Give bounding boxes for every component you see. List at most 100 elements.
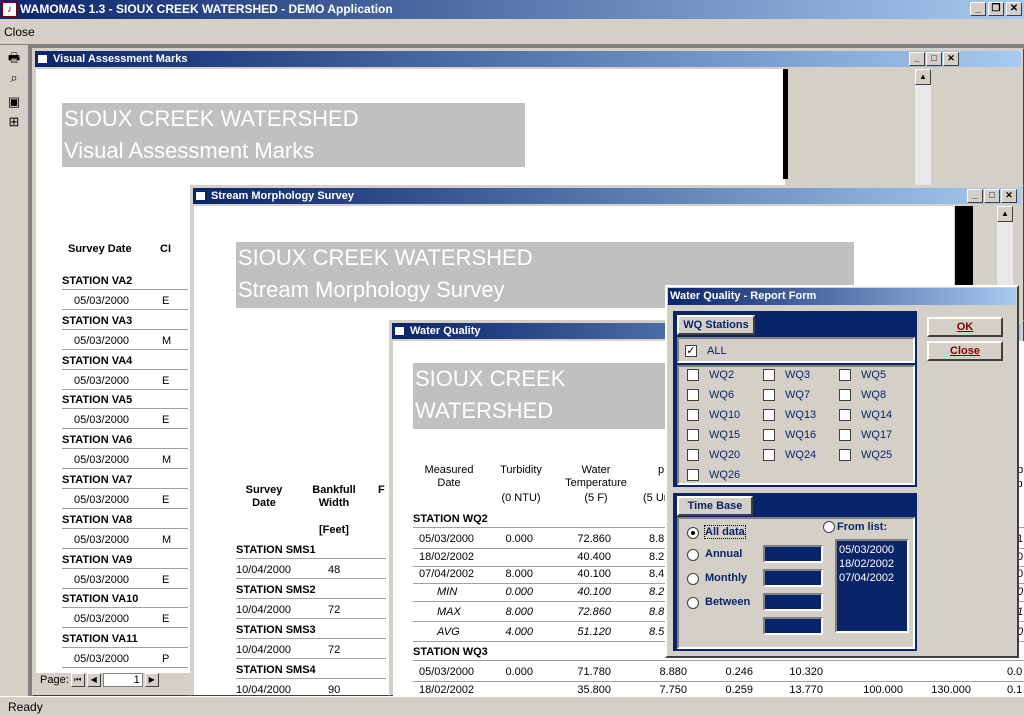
menu-close[interactable]: Close (4, 25, 35, 39)
station-checkbox-wq5[interactable] (839, 369, 851, 381)
radio-from-list[interactable] (823, 521, 835, 533)
station-checkbox-wq6[interactable] (687, 389, 699, 401)
window-title-bar[interactable]: Visual Assessment Marks _ □ ✕ (35, 51, 1021, 67)
station-label-wq3: WQ3 (785, 369, 811, 381)
page-number-input[interactable]: 1 (102, 673, 143, 687)
station-checkbox-wq10[interactable] (687, 409, 699, 421)
close-button[interactable]: ✕ (943, 52, 959, 66)
bankfull-width: 48 (328, 564, 341, 576)
ci-value: E (162, 573, 170, 586)
restore-button[interactable]: ❐ (988, 2, 1004, 16)
station-checkbox-wq13[interactable] (763, 409, 775, 421)
ph-stat: 8.2 (649, 586, 665, 598)
value-col-6: 10.320 (789, 666, 823, 678)
monthly-input[interactable] (763, 569, 823, 587)
ci-value: E (162, 374, 170, 387)
extra-value: 0.0 (1007, 666, 1023, 678)
station-label: STATION SMS3 (236, 624, 316, 636)
station-checkbox-wq17[interactable] (839, 429, 851, 441)
all-frame: ✓ ALL (677, 337, 915, 363)
annual-input[interactable] (763, 545, 823, 563)
date-list-item[interactable]: 05/03/2000 (837, 543, 907, 557)
station-checkbox-wq2[interactable] (687, 369, 699, 381)
ci-value: E (162, 295, 170, 307)
window-title-bar[interactable]: Stream Morphology Survey _ □ ✕ (193, 188, 1021, 204)
column-header-ci: CI (160, 243, 171, 255)
close-button[interactable]: ✕ (1006, 2, 1022, 16)
row-divider (62, 547, 188, 549)
row-divider (62, 667, 188, 669)
minimize-button[interactable]: _ (970, 2, 986, 16)
value-col-8: 130.000 (931, 684, 971, 696)
station-checkbox-wq15[interactable] (687, 429, 699, 441)
row-divider (62, 428, 188, 430)
survey-date: 05/03/2000 (74, 454, 130, 467)
value-col-5: 0.259 (725, 684, 753, 696)
survey-date: 05/03/2000 (74, 653, 130, 666)
stations-frame: WQ2 WQ3 WQ5 WQ6 WQ7 WQ8 WQ10 WQ13 WQ14 WQ15 WQ16 WQ… (677, 365, 915, 485)
station-checkbox-wq24[interactable] (763, 449, 775, 461)
one-page-icon[interactable]: ▣ (4, 93, 24, 111)
turbidity-stat: 4.000 (505, 626, 533, 638)
station-label-wq17: WQ17 (861, 429, 893, 441)
minimize-button[interactable]: _ (967, 189, 983, 203)
first-page-button[interactable]: ⏮ (70, 673, 85, 687)
app-title-bar[interactable]: ♪ WAMOMAS 1.3 - SIOUX CREEK WATERSHED - … (0, 0, 1024, 19)
row-divider (62, 328, 188, 330)
temperature-value: 71.780 (577, 666, 611, 678)
dialog-title-bar[interactable]: Water Quality - Report Form (668, 288, 1016, 305)
row-divider (236, 598, 386, 599)
prev-page-button[interactable]: ◀ (86, 673, 101, 687)
survey-date: 10/04/2000 (236, 644, 292, 656)
station-checkbox-wq26[interactable] (687, 469, 699, 481)
maximize-button[interactable]: □ (926, 52, 942, 66)
station-label-wq26: WQ26 (709, 469, 741, 481)
between-start-input[interactable] (763, 593, 823, 611)
turbidity-stat: 0.000 (505, 586, 533, 598)
multi-page-icon[interactable]: ⊞ (4, 113, 24, 131)
station-checkbox-wq8[interactable] (839, 389, 851, 401)
close-dialog-button[interactable]: Close (927, 341, 1003, 361)
ph-value: 7.750 (659, 684, 687, 696)
from-list-label: From list: (837, 521, 888, 533)
measured-date: 18/02/2002 (419, 550, 475, 563)
radio-all-data[interactable] (687, 527, 699, 539)
ok-button[interactable]: OK (927, 317, 1003, 337)
row-divider (236, 578, 386, 579)
date-list-item[interactable]: 07/04/2002 (837, 571, 907, 585)
radio-monthly[interactable] (687, 573, 699, 585)
close-button[interactable]: ✕ (1001, 189, 1017, 203)
survey-date: 05/03/2000 (74, 374, 130, 387)
station-checkbox-wq20[interactable] (687, 449, 699, 461)
station-checkbox-wq3[interactable] (763, 369, 775, 381)
bankfull-width: 90 (328, 684, 341, 695)
radio-annual[interactable] (687, 549, 699, 561)
date-list-item[interactable]: 18/02/2002 (837, 557, 907, 571)
zoom-icon[interactable]: ⌕ (4, 69, 24, 87)
scroll-up-arrow[interactable]: ▲ (997, 206, 1013, 222)
page-label: Page: (40, 674, 69, 686)
station-checkbox-wq16[interactable] (763, 429, 775, 441)
ci-value: M (162, 454, 172, 467)
all-checkbox[interactable]: ✓ (685, 345, 697, 357)
station-label: STATION VA7 (62, 474, 133, 486)
row-divider (62, 647, 188, 649)
between-end-input[interactable] (763, 617, 823, 635)
station-checkbox-wq14[interactable] (839, 409, 851, 421)
radio-between[interactable] (687, 597, 699, 609)
survey-date: 05/03/2000 (74, 533, 130, 546)
next-page-button[interactable]: ▶ (144, 673, 159, 687)
report-form-dialog: Water Quality - Report Form OK Close WQ … (665, 285, 1019, 658)
toolbar: 🖶 ⌕ ▣ ⊞ (0, 45, 28, 696)
station-checkbox-wq7[interactable] (763, 389, 775, 401)
station-checkbox-wq25[interactable] (839, 449, 851, 461)
print-icon[interactable]: 🖶 (4, 49, 24, 67)
row-divider (62, 527, 188, 529)
row-divider (62, 468, 188, 470)
maximize-button[interactable]: □ (984, 189, 1000, 203)
measured-date: 05/03/2000 (419, 666, 475, 678)
date-list[interactable]: 05/03/2000 18/02/2002 07/04/2002 (835, 539, 909, 633)
station-label: STATION VA9 (62, 553, 133, 566)
minimize-button[interactable]: _ (909, 52, 925, 66)
scroll-up-arrow[interactable]: ▲ (915, 69, 931, 85)
